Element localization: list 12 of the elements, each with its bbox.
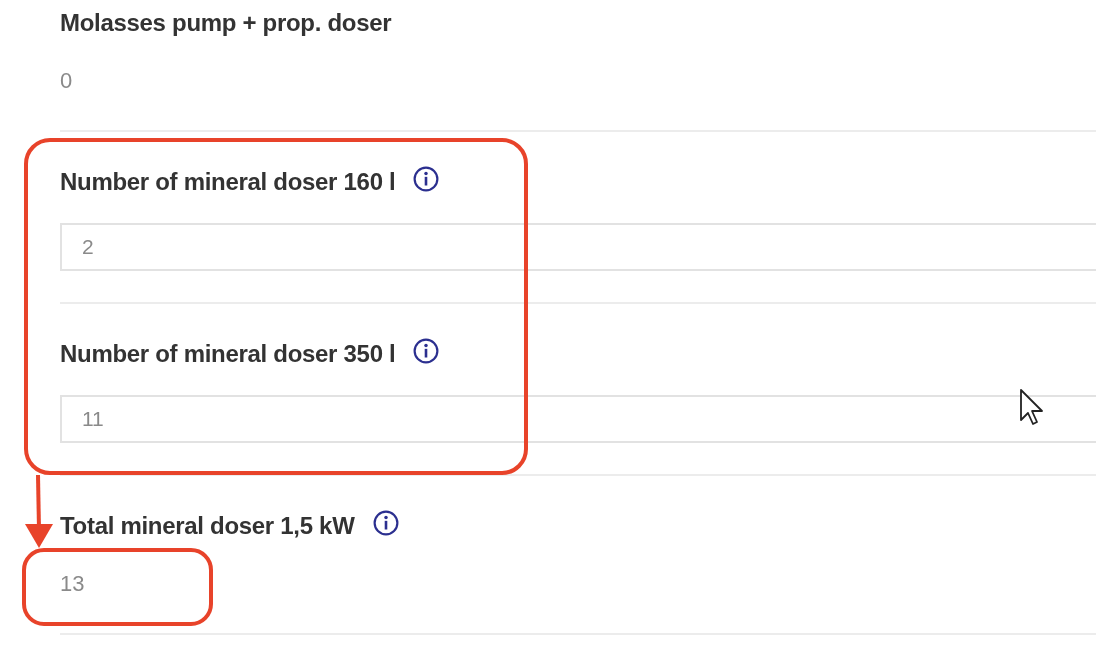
field-label: Number of mineral doser 160 l [60,168,396,196]
info-icon[interactable] [372,510,399,536]
input-field[interactable]: 2 [60,223,1096,271]
cursor-icon [1020,389,1043,425]
info-icon[interactable] [413,338,440,364]
info-icon[interactable] [413,166,440,192]
field-value: 0 [60,68,73,94]
field-label: Number of mineral doser 350 l [60,340,396,368]
field-value: 13 [60,571,85,597]
field-label: Total mineral doser 1,5 kW [60,512,355,540]
input-field[interactable]: 11 [60,395,1096,443]
field-label: Molasses pump + prop. doser [60,9,392,37]
